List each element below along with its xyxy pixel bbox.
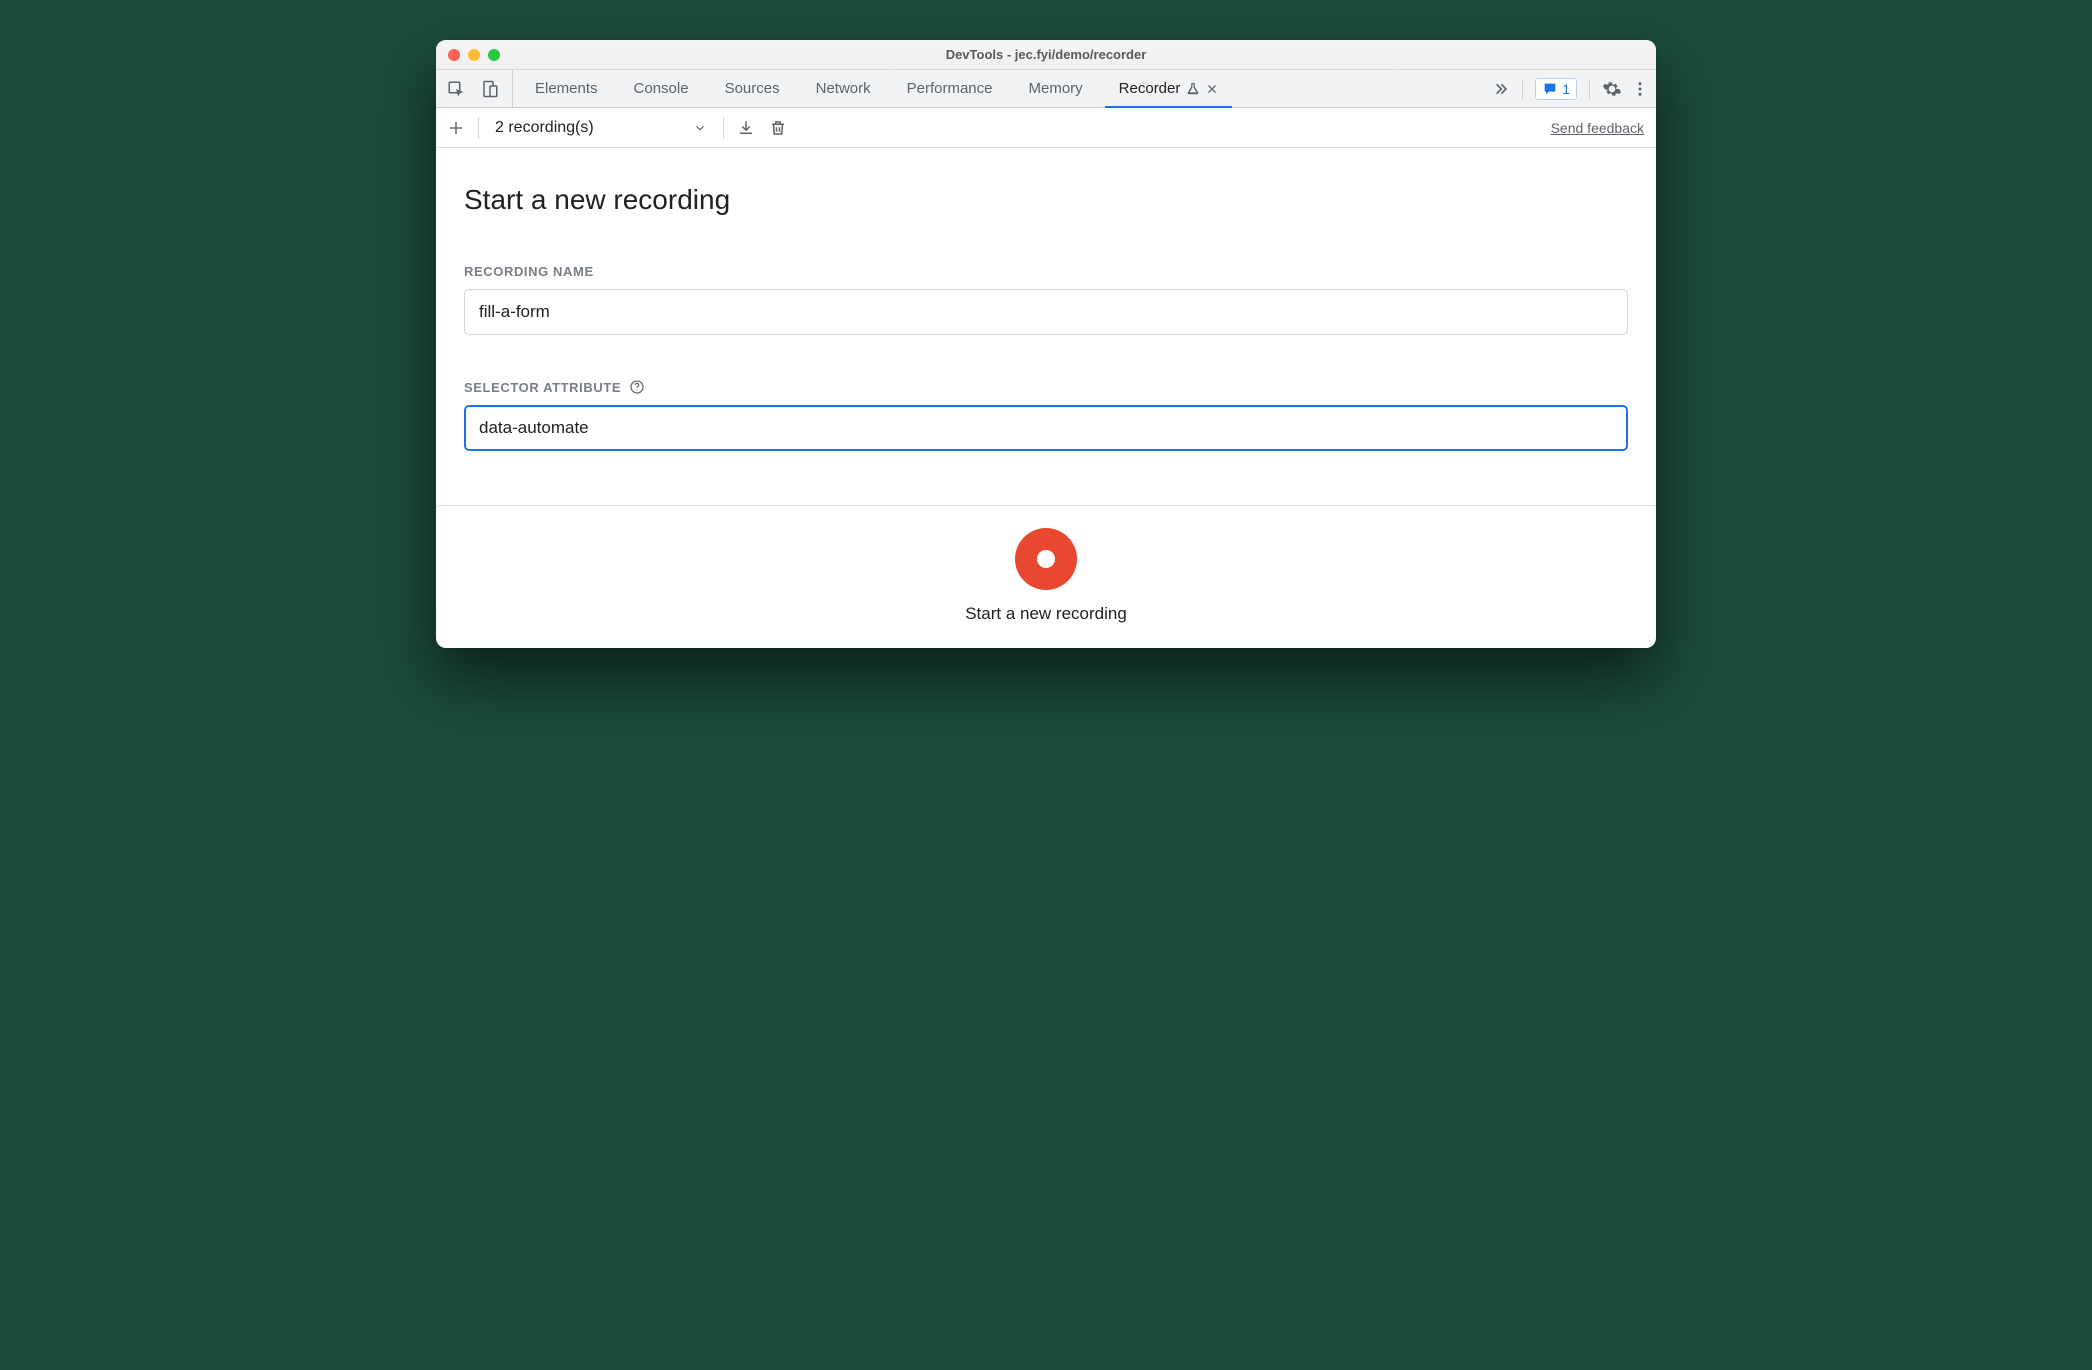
tab-recorder[interactable]: Recorder	[1101, 70, 1237, 107]
tab-console[interactable]: Console	[616, 70, 707, 107]
window-titlebar: DevTools - jec.fyi/demo/recorder	[436, 40, 1656, 70]
tab-label: Network	[816, 80, 871, 97]
traffic-lights	[448, 49, 500, 61]
close-window-button[interactable]	[448, 49, 460, 61]
tabstrip-right: 1	[1486, 70, 1650, 107]
recording-name-label: RECORDING NAME	[464, 264, 1628, 279]
inspect-element-icon[interactable]	[446, 79, 466, 99]
divider	[1589, 79, 1590, 99]
tabstrip-left	[446, 70, 513, 107]
tab-memory[interactable]: Memory	[1011, 70, 1101, 107]
tab-label: Memory	[1029, 80, 1083, 97]
export-icon[interactable]	[736, 118, 756, 138]
divider	[478, 117, 479, 139]
more-tabs-icon[interactable]	[1490, 79, 1510, 99]
recording-name-group: RECORDING NAME	[464, 264, 1628, 335]
recorder-toolbar: 2 recording(s) Send feedback	[436, 108, 1656, 148]
device-toolbar-icon[interactable]	[480, 79, 500, 99]
chevron-down-icon	[693, 121, 707, 135]
recordings-dropdown[interactable]: 2 recording(s)	[491, 117, 711, 139]
tab-label: Performance	[907, 80, 993, 97]
settings-icon[interactable]	[1602, 79, 1622, 99]
issues-button[interactable]: 1	[1535, 78, 1577, 100]
start-recording-button[interactable]	[1015, 528, 1077, 590]
divider	[1522, 79, 1523, 99]
selector-attribute-input[interactable]	[464, 405, 1628, 451]
minimize-window-button[interactable]	[468, 49, 480, 61]
flask-icon	[1186, 82, 1200, 96]
tabs: Elements Console Sources Network Perform…	[517, 70, 1486, 107]
page-heading: Start a new recording	[464, 184, 1628, 216]
recording-name-input[interactable]	[464, 289, 1628, 335]
tab-label: Console	[634, 80, 689, 97]
tab-label: Recorder	[1119, 80, 1181, 97]
help-icon[interactable]	[629, 379, 645, 395]
tab-network[interactable]: Network	[798, 70, 889, 107]
divider	[723, 117, 724, 139]
window-title: DevTools - jec.fyi/demo/recorder	[436, 47, 1656, 62]
new-recording-icon[interactable]	[446, 118, 466, 138]
send-feedback-link[interactable]: Send feedback	[1551, 120, 1644, 136]
delete-icon[interactable]	[768, 118, 788, 138]
tab-label: Elements	[535, 80, 598, 97]
close-tab-icon[interactable]	[1206, 83, 1218, 95]
tab-sources[interactable]: Sources	[707, 70, 798, 107]
message-icon	[1542, 81, 1558, 97]
recorder-panel: Start a new recording RECORDING NAME SEL…	[436, 148, 1656, 505]
selector-attribute-label: SELECTOR ATTRIBUTE	[464, 379, 1628, 395]
issues-count: 1	[1562, 81, 1570, 97]
maximize-window-button[interactable]	[488, 49, 500, 61]
tab-performance[interactable]: Performance	[889, 70, 1011, 107]
tab-elements[interactable]: Elements	[517, 70, 616, 107]
recordings-label: 2 recording(s)	[495, 119, 594, 137]
devtools-window: DevTools - jec.fyi/demo/recorder Element…	[436, 40, 1656, 648]
tab-label: Sources	[725, 80, 780, 97]
devtools-tabstrip: Elements Console Sources Network Perform…	[436, 70, 1656, 108]
footer: Start a new recording	[436, 505, 1656, 648]
start-recording-label: Start a new recording	[965, 604, 1127, 624]
selector-attribute-label-text: SELECTOR ATTRIBUTE	[464, 380, 621, 395]
record-icon	[1037, 550, 1055, 568]
kebab-menu-icon[interactable]	[1630, 79, 1650, 99]
selector-attribute-group: SELECTOR ATTRIBUTE	[464, 379, 1628, 451]
